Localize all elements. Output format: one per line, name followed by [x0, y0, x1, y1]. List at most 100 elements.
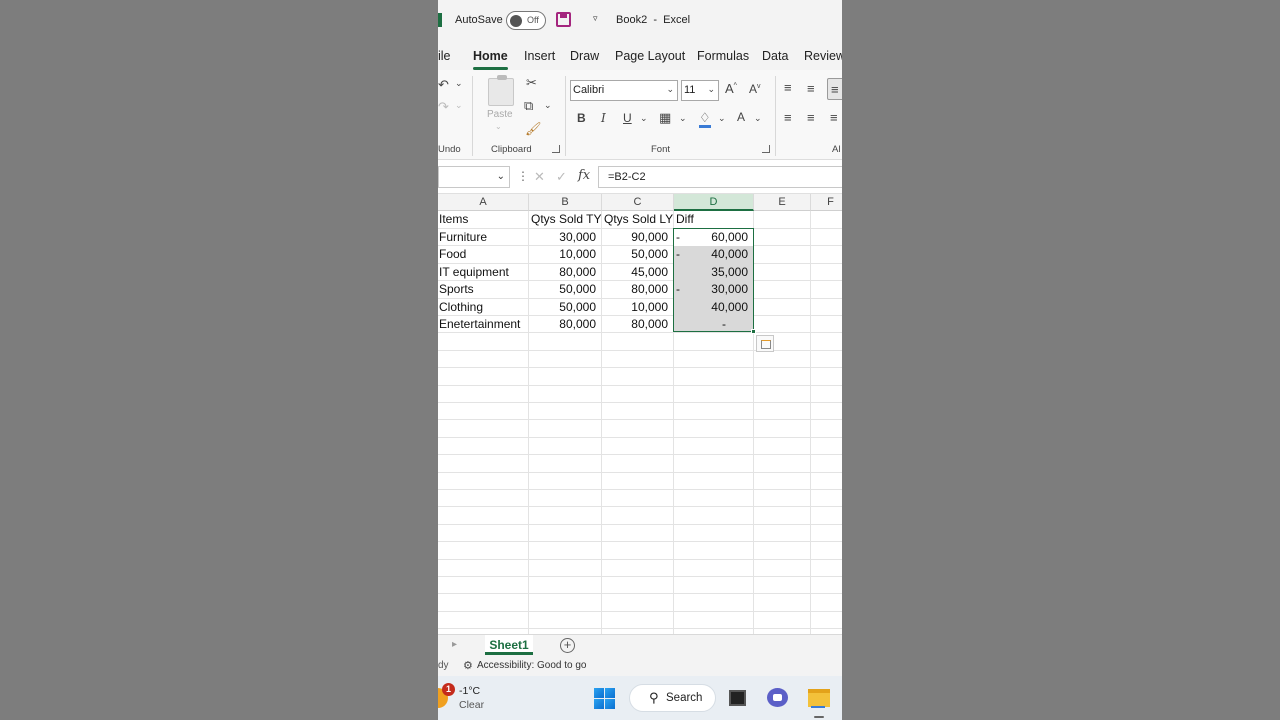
column-header-e[interactable]: E — [754, 194, 811, 211]
cell-item[interactable]: IT equipment — [439, 264, 509, 281]
cell-item[interactable]: Clothing — [439, 299, 483, 316]
sheet-nav-right-icon[interactable]: ▸ — [452, 639, 457, 650]
undo-icon[interactable]: ↶ — [438, 78, 449, 91]
sheet-tab-sheet1[interactable]: Sheet1 — [485, 635, 533, 655]
format-painter-icon[interactable]: 🖌 — [525, 122, 542, 135]
borders-dropdown-icon[interactable]: ⌄ — [679, 114, 687, 123]
cut-icon[interactable]: ✂ — [526, 76, 537, 89]
windows-start-icon[interactable] — [594, 688, 615, 709]
tab-formulas[interactable]: Formulas — [697, 49, 749, 63]
cancel-icon[interactable]: ✕ — [534, 169, 545, 185]
cell-qty-ty[interactable]: 50,000 — [529, 299, 601, 316]
cell-diff[interactable]: - — [674, 316, 731, 333]
cell-diff[interactable]: 40,000 — [674, 299, 753, 316]
tab-home[interactable]: Home — [473, 49, 508, 70]
header-diff[interactable]: Diff — [676, 211, 694, 228]
font-color-icon[interactable]: A — [737, 111, 745, 123]
font-launcher-icon[interactable] — [762, 145, 770, 153]
cell-item[interactable]: Furniture — [439, 229, 487, 246]
cell-qty-ly[interactable]: 80,000 — [602, 281, 673, 298]
column-header-f[interactable]: F — [811, 194, 842, 211]
cell-diff[interactable]: 35,000 — [674, 264, 753, 281]
align-bottom-icon[interactable]: ≡ — [827, 78, 842, 100]
align-left-icon[interactable]: ≡ — [784, 111, 792, 124]
name-box[interactable]: ⌄ — [438, 166, 510, 188]
cell-item[interactable]: Enetertainment — [439, 316, 520, 333]
paste-button[interactable]: Paste — [487, 109, 513, 120]
tab-file[interactable]: ile — [438, 49, 451, 63]
paste-icon[interactable] — [488, 75, 514, 106]
tab-review[interactable]: Review — [804, 49, 842, 63]
quick-analysis-icon[interactable] — [756, 335, 774, 352]
enter-icon[interactable]: ✓ — [556, 169, 567, 185]
borders-icon[interactable]: ▦ — [659, 111, 671, 124]
bold-button[interactable]: B — [577, 112, 586, 124]
redo-icon[interactable]: ↷ — [438, 100, 449, 113]
tab-draw[interactable]: Draw — [570, 49, 599, 63]
tab-page-layout[interactable]: Page Layout — [615, 49, 685, 63]
undo-dropdown-icon[interactable]: ⌄ — [455, 79, 463, 88]
cell-qty-ly[interactable]: 90,000 — [602, 229, 673, 246]
column-header-a[interactable]: A — [438, 194, 529, 211]
align-right-icon[interactable]: ≡ — [830, 111, 838, 124]
header-qty-ty[interactable]: Qtys Sold TY — [531, 211, 601, 228]
file-explorer-icon[interactable] — [808, 689, 830, 708]
paste-dropdown-icon[interactable]: ⌄ — [495, 123, 502, 131]
cell-item[interactable]: Sports — [439, 281, 474, 298]
save-icon[interactable] — [556, 12, 571, 27]
fill-handle[interactable] — [751, 329, 756, 334]
decrease-font-size-icon[interactable]: Av — [749, 83, 761, 95]
cell-qty-ly[interactable]: 80,000 — [602, 316, 673, 333]
add-sheet-button[interactable]: + — [560, 638, 575, 653]
cell-qty-ly[interactable]: 50,000 — [602, 246, 673, 263]
copy-dropdown-icon[interactable]: ⌄ — [544, 101, 552, 110]
formula-input[interactable]: =B2-C2 — [598, 166, 842, 188]
increase-font-size-icon[interactable]: A^ — [725, 82, 737, 95]
customize-quick-access-icon[interactable]: ▿ — [593, 13, 598, 24]
cell-qty-ty[interactable]: 80,000 — [529, 264, 601, 281]
column-header-d[interactable]: D — [674, 194, 754, 211]
tab-data[interactable]: Data — [762, 49, 788, 63]
align-center-icon[interactable]: ≡ — [807, 111, 815, 124]
weather-condition[interactable]: Clear — [459, 699, 484, 711]
teams-icon[interactable] — [767, 688, 788, 707]
italic-button[interactable]: I — [601, 112, 606, 124]
weather-temperature[interactable]: -1°C — [459, 685, 480, 697]
worksheet-grid[interactable]: A B C D E F Items Qtys Sold TY Qtys Sold… — [438, 194, 842, 634]
cell-diff[interactable]: 60,000 — [674, 229, 753, 246]
clipboard-launcher-icon[interactable] — [552, 145, 560, 153]
underline-button[interactable]: U — [623, 112, 632, 124]
accessibility-status[interactable]: Accessibility: Good to go — [477, 660, 587, 671]
copy-icon[interactable]: ⧉ — [524, 99, 533, 112]
cell-item[interactable]: Food — [439, 246, 466, 263]
header-items[interactable]: Items — [439, 211, 468, 228]
insert-function-icon[interactable]: fx — [578, 168, 590, 183]
cell-diff[interactable]: 40,000 — [674, 246, 753, 263]
column-header-b[interactable]: B — [529, 194, 602, 211]
column-header-c[interactable]: C — [602, 194, 674, 211]
font-name-combo[interactable]: Calibri ⌄ — [570, 80, 678, 101]
font-color-dropdown-icon[interactable]: ⌄ — [754, 114, 762, 123]
task-view-icon[interactable] — [729, 690, 746, 706]
redo-dropdown-icon[interactable]: ⌄ — [455, 101, 463, 110]
cell-diff[interactable]: 30,000 — [674, 281, 753, 298]
cell-qty-ly[interactable]: 10,000 — [602, 299, 673, 316]
ready-status: dy — [438, 660, 449, 671]
tab-insert[interactable]: Insert — [524, 49, 555, 63]
fill-color-icon[interactable]: ♢ — [699, 111, 711, 128]
fill-color-dropdown-icon[interactable]: ⌄ — [718, 114, 726, 123]
cell-qty-ty[interactable]: 30,000 — [529, 229, 601, 246]
cell-qty-ty[interactable]: 50,000 — [529, 281, 601, 298]
cell-qty-ty[interactable]: 10,000 — [529, 246, 601, 263]
underline-dropdown-icon[interactable]: ⌄ — [640, 114, 648, 123]
more-options-icon[interactable]: ⋮ — [517, 169, 529, 183]
autosave-toggle[interactable]: Off — [506, 11, 546, 30]
header-qty-ly[interactable]: Qtys Sold LY — [604, 211, 673, 228]
accessibility-icon[interactable]: ⚙ — [463, 659, 473, 672]
font-size-combo[interactable]: 11 ⌄ — [681, 80, 719, 101]
align-middle-icon[interactable]: ≡ — [807, 82, 815, 95]
cell-qty-ty[interactable]: 80,000 — [529, 316, 601, 333]
taskbar-search[interactable]: ⚲ Search — [629, 684, 716, 712]
cell-qty-ly[interactable]: 45,000 — [602, 264, 673, 281]
align-top-icon[interactable]: ≡ — [784, 81, 792, 94]
